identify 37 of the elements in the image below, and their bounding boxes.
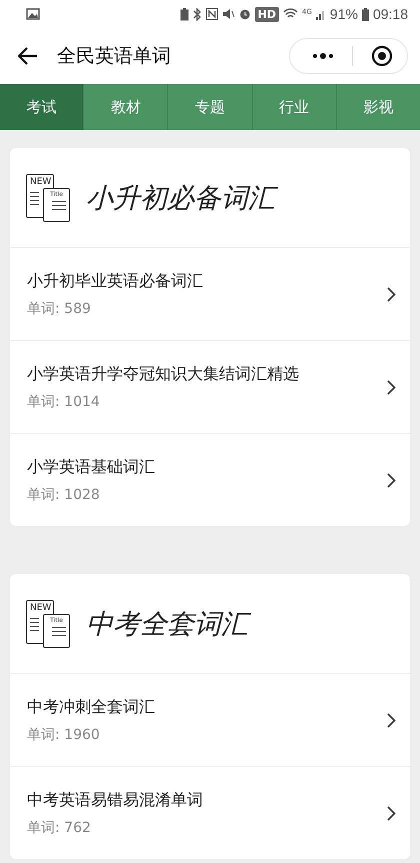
word-list-item[interactable]: 小升初毕业英语必备词汇 单词: 589 — [10, 248, 410, 341]
word-list-item[interactable]: 中考冲刺全套词汇 单词: 1960 — [10, 674, 410, 767]
chevron-right-icon — [387, 380, 396, 394]
bluetooth-icon — [192, 8, 202, 20]
word-count: 单词: 1960 — [27, 726, 101, 744]
more-icon[interactable] — [312, 53, 334, 59]
mute-icon — [222, 8, 235, 20]
list-title: 中考英语易错易混淆单词 — [27, 790, 204, 810]
word-count: 单词: 1028 — [27, 486, 101, 504]
word-count: 单词: 1014 — [27, 392, 101, 410]
hd-badge: HD — [254, 6, 280, 22]
chevron-right-icon — [387, 806, 396, 820]
list-title: 小升初毕业英语必备词汇 — [27, 270, 204, 292]
nfc-icon — [206, 8, 218, 20]
battery-percent: 91% — [330, 6, 358, 22]
signal-icon — [316, 8, 326, 20]
clock-time: 09:18 — [372, 6, 408, 22]
word-list-item[interactable]: 小学英语基础词汇 单词: 1028 — [10, 434, 410, 526]
close-target-icon[interactable] — [371, 45, 393, 67]
list-title: 小学英语升学夺冠知识大集结词汇精选 — [27, 364, 300, 384]
chevron-right-icon — [387, 472, 396, 488]
back-arrow-icon[interactable] — [18, 47, 38, 65]
image-icon — [26, 8, 40, 20]
battery-saver-icon — [180, 8, 189, 20]
alarm-icon — [238, 8, 251, 20]
word-count: 单词: 589 — [27, 300, 92, 318]
chevron-right-icon — [387, 712, 396, 728]
word-count: 单词: 762 — [27, 818, 92, 836]
list-title: 小学英语基础词汇 — [27, 456, 156, 478]
wifi-icon — [283, 8, 298, 20]
list-title: 中考冲刺全套词汇 — [27, 696, 156, 718]
page-title: 全民英语单词 — [57, 44, 172, 69]
chevron-right-icon — [387, 286, 396, 302]
word-list-item[interactable]: 中考英语易错易混淆单词 单词: 762 — [10, 767, 410, 859]
battery-icon — [362, 8, 369, 20]
word-list-item[interactable]: 小学英语升学夺冠知识大集结词汇精选 单词: 1014 — [10, 341, 410, 434]
category-tab[interactable]: 考试 — [0, 84, 84, 130]
